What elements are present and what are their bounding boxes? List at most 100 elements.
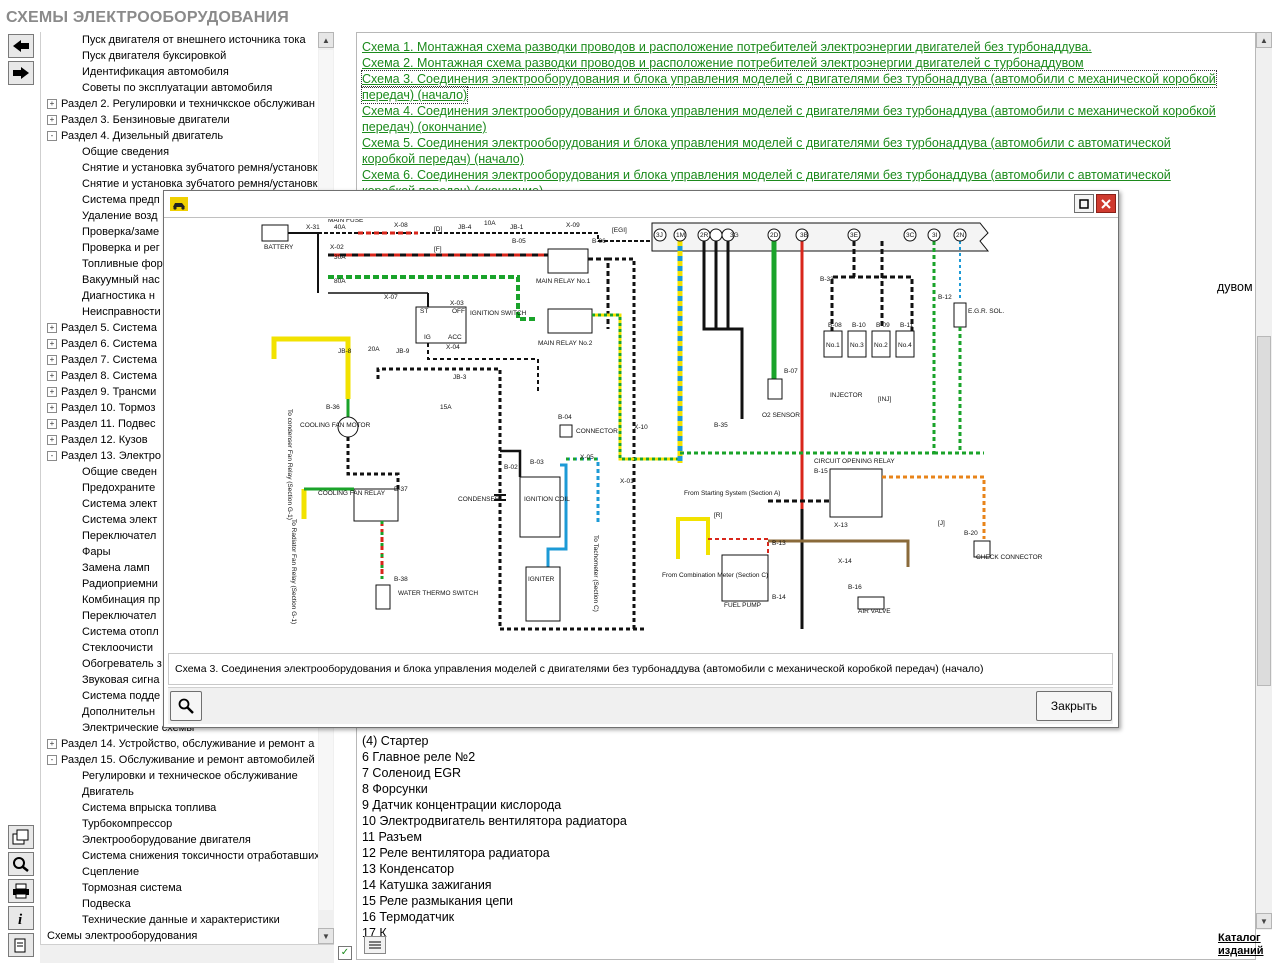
tree-item[interactable]: - Раздел 4. Дизельный двигатель [47, 128, 223, 144]
tree-item[interactable]: Советы по эксплуатации автомобиля [82, 80, 272, 96]
tree-item[interactable]: Система впрыска топлива [82, 800, 216, 816]
tree-item[interactable]: Система отопл [82, 624, 159, 640]
tree-item[interactable]: Фары [82, 544, 111, 560]
content-scrollbar[interactable]: ▲ ▼ [1256, 32, 1272, 930]
tree-item[interactable]: Пуск двигателя от внешнего источника ток… [82, 32, 306, 48]
tree-item[interactable]: Неисправности [82, 304, 161, 320]
tree-item[interactable]: Удаление возд [82, 208, 158, 224]
tree-item[interactable]: Система предп [82, 192, 160, 208]
expand-icon[interactable]: + [47, 355, 57, 365]
scheme-link[interactable]: Схема 1. Монтажная схема разводки провод… [362, 39, 1092, 55]
maximize-button[interactable] [1074, 194, 1094, 213]
tree-item[interactable]: + Раздел 9. Трансми [47, 384, 156, 400]
tree-item[interactable]: Система элект [82, 512, 157, 528]
scheme-link[interactable]: передач) (окончание) [362, 119, 487, 135]
copy-button[interactable] [8, 933, 34, 957]
tree-item[interactable]: + Раздел 10. Тормоз [47, 400, 155, 416]
expand-icon[interactable]: + [47, 403, 57, 413]
tree-item[interactable]: Пуск двигателя буксировкой [82, 48, 226, 64]
tree-item[interactable]: + Раздел 14. Устройство, обслуживание и р… [47, 736, 314, 752]
dialog-title-bar[interactable] [164, 191, 1118, 218]
tree-item[interactable]: Система элект [82, 496, 157, 512]
tree-item[interactable]: - Раздел 13. Электро [47, 448, 161, 464]
tree-item[interactable]: - Раздел 15. Обслуживание и ремонт автомо… [47, 752, 315, 768]
expand-icon[interactable]: + [47, 339, 57, 349]
expand-icon[interactable]: + [47, 323, 57, 333]
tree-item[interactable]: + Раздел 7. Система [47, 352, 157, 368]
close-dialog-button[interactable]: Закрыть [1036, 691, 1112, 721]
content-scroll-down[interactable]: ▼ [1256, 913, 1272, 929]
expand-icon[interactable]: + [47, 387, 57, 397]
search-button[interactable] [8, 852, 34, 876]
forward-button[interactable] [8, 61, 34, 85]
tree-item[interactable]: + Раздел 6. Система [47, 336, 157, 352]
tree-item[interactable]: Идентификация автомобиля [82, 64, 229, 80]
tree-item[interactable]: Переключател [82, 608, 156, 624]
tree-item[interactable]: Двигатель [82, 784, 134, 800]
tree-item[interactable]: + Раздел 3. Бензиновые двигатели [47, 112, 230, 128]
tree-item[interactable]: Дополнительн [82, 704, 155, 720]
info-button[interactable]: i [8, 906, 34, 930]
expand-icon[interactable]: + [47, 419, 57, 429]
scroll-up-button[interactable]: ▲ [318, 32, 334, 48]
tree-item[interactable]: Замена ламп [82, 560, 150, 576]
expand-icon[interactable]: + [47, 435, 57, 445]
catalog-link[interactable]: Каталог изданий [1218, 932, 1264, 958]
tree-item[interactable]: Система снижения токсичности отработавши… [82, 848, 319, 864]
tree-item[interactable]: + Раздел 8. Система [47, 368, 157, 384]
tree-item[interactable]: Технические данные и характеристики [82, 912, 280, 928]
tree-hscrollbar[interactable] [40, 944, 334, 963]
scheme-link[interactable]: Схема 6. Соединения электрооборудования … [362, 167, 1171, 183]
tree-item[interactable]: Регулировки и техническое обслуживание [82, 768, 298, 784]
tree-item[interactable]: Подвеска [82, 896, 131, 912]
scheme-link[interactable]: Схема 5. Соединения электрооборудования … [362, 135, 1171, 151]
print-button[interactable] [8, 879, 34, 903]
tree-item[interactable]: Вакуумный нас [82, 272, 160, 288]
tree-item[interactable]: Схемы электрооборудования [47, 928, 197, 944]
expand-icon[interactable]: + [47, 739, 57, 749]
scheme-link[interactable]: передач) (начало) [360, 86, 469, 104]
close-window-button[interactable] [1096, 194, 1116, 213]
tree-item[interactable]: Предохраните [82, 480, 155, 496]
tree-item[interactable]: + Раздел 12. Кузов [47, 432, 148, 448]
expand-icon[interactable]: + [47, 371, 57, 381]
tree-item[interactable]: Турбокомпрессор [82, 816, 172, 832]
tree-item[interactable]: Проверка/заме [82, 224, 159, 240]
scheme-link[interactable]: коробкой передач) (начало) [362, 151, 524, 167]
tree-item[interactable]: + Раздел 5. Система [47, 320, 157, 336]
tree-item[interactable]: Проверка и рег [82, 240, 160, 256]
scroll-down-button[interactable]: ▼ [318, 928, 334, 944]
tree-item[interactable]: Снятие и установка зубчатого ремня/устан… [82, 160, 317, 176]
back-button[interactable] [8, 34, 34, 58]
tree-item[interactable]: Стеклоочисти [82, 640, 153, 656]
tree-item[interactable]: + Раздел 11. Подвес [47, 416, 155, 432]
tree-item[interactable]: Общие сведения [82, 144, 169, 160]
tree-item[interactable]: Топливные фор [82, 256, 163, 272]
tree-item[interactable]: Звуковая сигна [82, 672, 160, 688]
scheme-link[interactable]: Схема 4. Соединения электрооборудования … [362, 103, 1216, 119]
content-scroll-thumb[interactable] [1257, 336, 1271, 686]
collapse-icon[interactable]: - [47, 451, 57, 461]
tree-item[interactable]: Сцепление [82, 864, 139, 880]
tree-item[interactable]: Радиоприемни [82, 576, 158, 592]
zoom-button[interactable] [170, 691, 202, 721]
tree-item[interactable]: Общие сведен [82, 464, 157, 480]
collapse-icon[interactable]: - [47, 131, 57, 141]
pages-button[interactable] [8, 825, 34, 849]
tree-item[interactable]: Тормозная система [82, 880, 182, 896]
tree-item[interactable]: Переключател [82, 528, 156, 544]
expand-icon[interactable]: + [47, 115, 57, 125]
expand-icon[interactable]: + [47, 99, 57, 109]
scheme-link[interactable]: Схема 3. Соединения электрооборудования … [361, 70, 1217, 88]
tree-item[interactable]: Система подде [82, 688, 160, 704]
collapse-icon[interactable]: - [47, 755, 57, 765]
scheme-link[interactable]: Схема 2. Монтажная схема разводки провод… [362, 55, 1084, 71]
tree-item[interactable]: Диагностика н [82, 288, 155, 304]
tree-item[interactable]: Комбинация пр [82, 592, 160, 608]
sync-checkbox[interactable]: ✓ [338, 946, 352, 960]
tree-item[interactable]: Обогреватель з [82, 656, 162, 672]
tree-item[interactable]: Электрооборудование двигателя [82, 832, 251, 848]
tree-item[interactable]: + Раздел 2. Регулировки и техничкское обс… [47, 96, 315, 112]
menu-button[interactable] [364, 936, 386, 954]
content-scroll-up[interactable]: ▲ [1256, 32, 1272, 48]
